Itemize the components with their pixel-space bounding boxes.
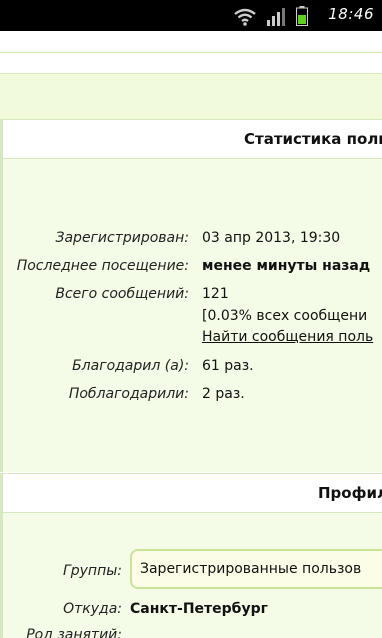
stats-section-body: Зарегистрирован: 03 апр 2013, 19:30 Посл… [0, 159, 382, 472]
stats-row-last-visit: Последнее посещение: менее минуты назад [3, 258, 382, 280]
been-thanked-value: 2 раз. [202, 386, 245, 402]
status-icons [234, 6, 308, 26]
stats-row-posts: Всего сообщений: 121 [3, 286, 382, 308]
stats-row-find-posts: Найти сообщения поль [3, 329, 382, 351]
stats-section-title: Статистика поль [244, 130, 382, 148]
profile-row-from: Откуда: Санкт-Петербург [3, 601, 382, 623]
from-value: Санкт-Петербург [130, 601, 268, 617]
stats-row-thanked: Благодарил (а): 61 раз. [3, 358, 382, 380]
stats-row-registered: Зарегистрирован: 03 апр 2013, 19:30 [3, 230, 382, 252]
registered-label: Зарегистрирован: [55, 230, 190, 246]
stats-section-header: Статистика поль [0, 119, 382, 159]
top-strip [0, 31, 382, 53]
find-posts-link[interactable]: Найти сообщения поль [202, 329, 373, 345]
last-visit-label: Последнее посещение: [16, 258, 189, 274]
from-label: Откуда: [63, 601, 122, 617]
last-visit-value: менее минуты назад [202, 258, 371, 274]
groups-select[interactable]: Зарегистрированные пользов [130, 549, 382, 589]
status-bar: 18:46 [0, 0, 382, 31]
profile-section-title: Профиль [318, 484, 382, 502]
thanked-label: Благодарил (а): [72, 358, 189, 374]
posts-percent: [0.03% всех сообщени [202, 308, 368, 324]
registered-value: 03 апр 2013, 19:30 [202, 230, 341, 246]
thanked-value: 61 раз. [202, 358, 254, 374]
posts-value: 121 [202, 286, 229, 302]
profile-row-interests: Род занятий: [3, 627, 382, 638]
stats-row-posts-percent: [0.03% всех сообщени [3, 308, 382, 330]
nav-band [0, 73, 382, 119]
battery-icon [296, 6, 308, 26]
interests-label: Род занятий: [26, 627, 122, 638]
groups-label: Группы: [62, 563, 122, 579]
signal-icon [267, 8, 285, 26]
groups-value: Зарегистрированные пользов [140, 561, 362, 577]
wifi-icon [234, 8, 256, 26]
profile-section-header: Профиль [0, 473, 382, 513]
posts-label: Всего сообщений: [55, 286, 189, 302]
stats-row-been-thanked: Поблагодарили: 2 раз. [3, 386, 382, 408]
status-time: 18:46 [328, 5, 374, 23]
profile-section-body: Группы: Зарегистрированные пользов Откуд… [0, 513, 382, 638]
been-thanked-label: Поблагодарили: [68, 386, 189, 402]
